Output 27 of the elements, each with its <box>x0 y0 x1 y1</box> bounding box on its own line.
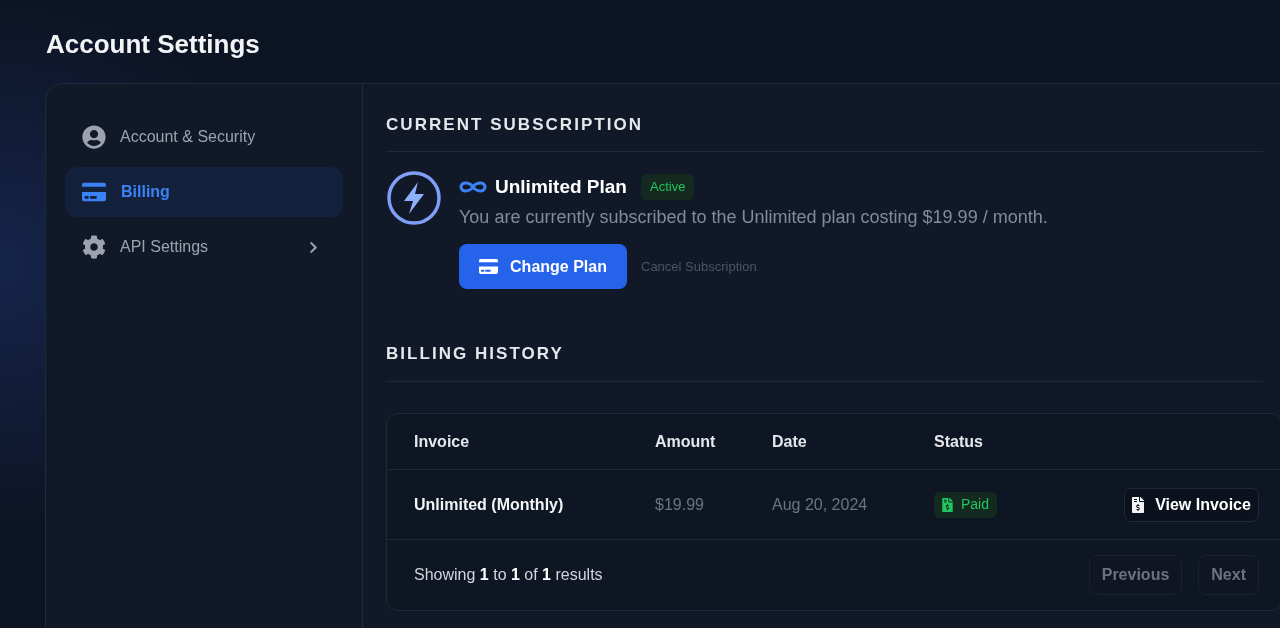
credit-card-icon <box>479 258 499 275</box>
column-header: Date <box>772 431 807 452</box>
sidebar-item[interactable]: API Settings <box>65 222 343 272</box>
sidebar-item[interactable]: Billing <box>65 167 343 217</box>
invoice-icon <box>1132 496 1145 513</box>
section-heading: BILLING HISTORY <box>386 343 564 365</box>
column-header: Status <box>934 431 983 452</box>
table-cell-text: Aug 20, 2024 <box>772 494 868 515</box>
paid-badge: Paid <box>934 491 998 518</box>
column-header: Invoice <box>414 431 470 452</box>
change-plan-button[interactable]: Change Plan <box>459 244 627 289</box>
table-cell-text: $19.99 <box>655 494 704 515</box>
results-summary: Showing 1 to 1 of 1 results <box>414 565 604 585</box>
sidebar-item[interactable]: Account & Security <box>65 112 343 162</box>
credit-card-icon <box>82 180 106 204</box>
invoice-icon <box>942 497 953 512</box>
status-badge: Active <box>640 174 695 200</box>
infinity-icon <box>459 180 487 194</box>
plan-name: Unlimited Plan <box>495 174 627 199</box>
view-invoice-button[interactable]: View Invoice <box>1124 487 1259 522</box>
page-title: Account Settings <box>46 28 260 61</box>
table-cell-text: Unlimited (Monthly) <box>414 494 564 515</box>
plan-description: You are currently subscribed to the Unlimited plan costing $19.99 / month. <box>459 206 1048 229</box>
section-heading: CURRENT SUBSCRIPTION <box>386 114 644 136</box>
column-header: Amount <box>655 431 716 452</box>
lightning-bolt-circle-icon <box>387 171 441 225</box>
gear-icon <box>82 235 106 259</box>
